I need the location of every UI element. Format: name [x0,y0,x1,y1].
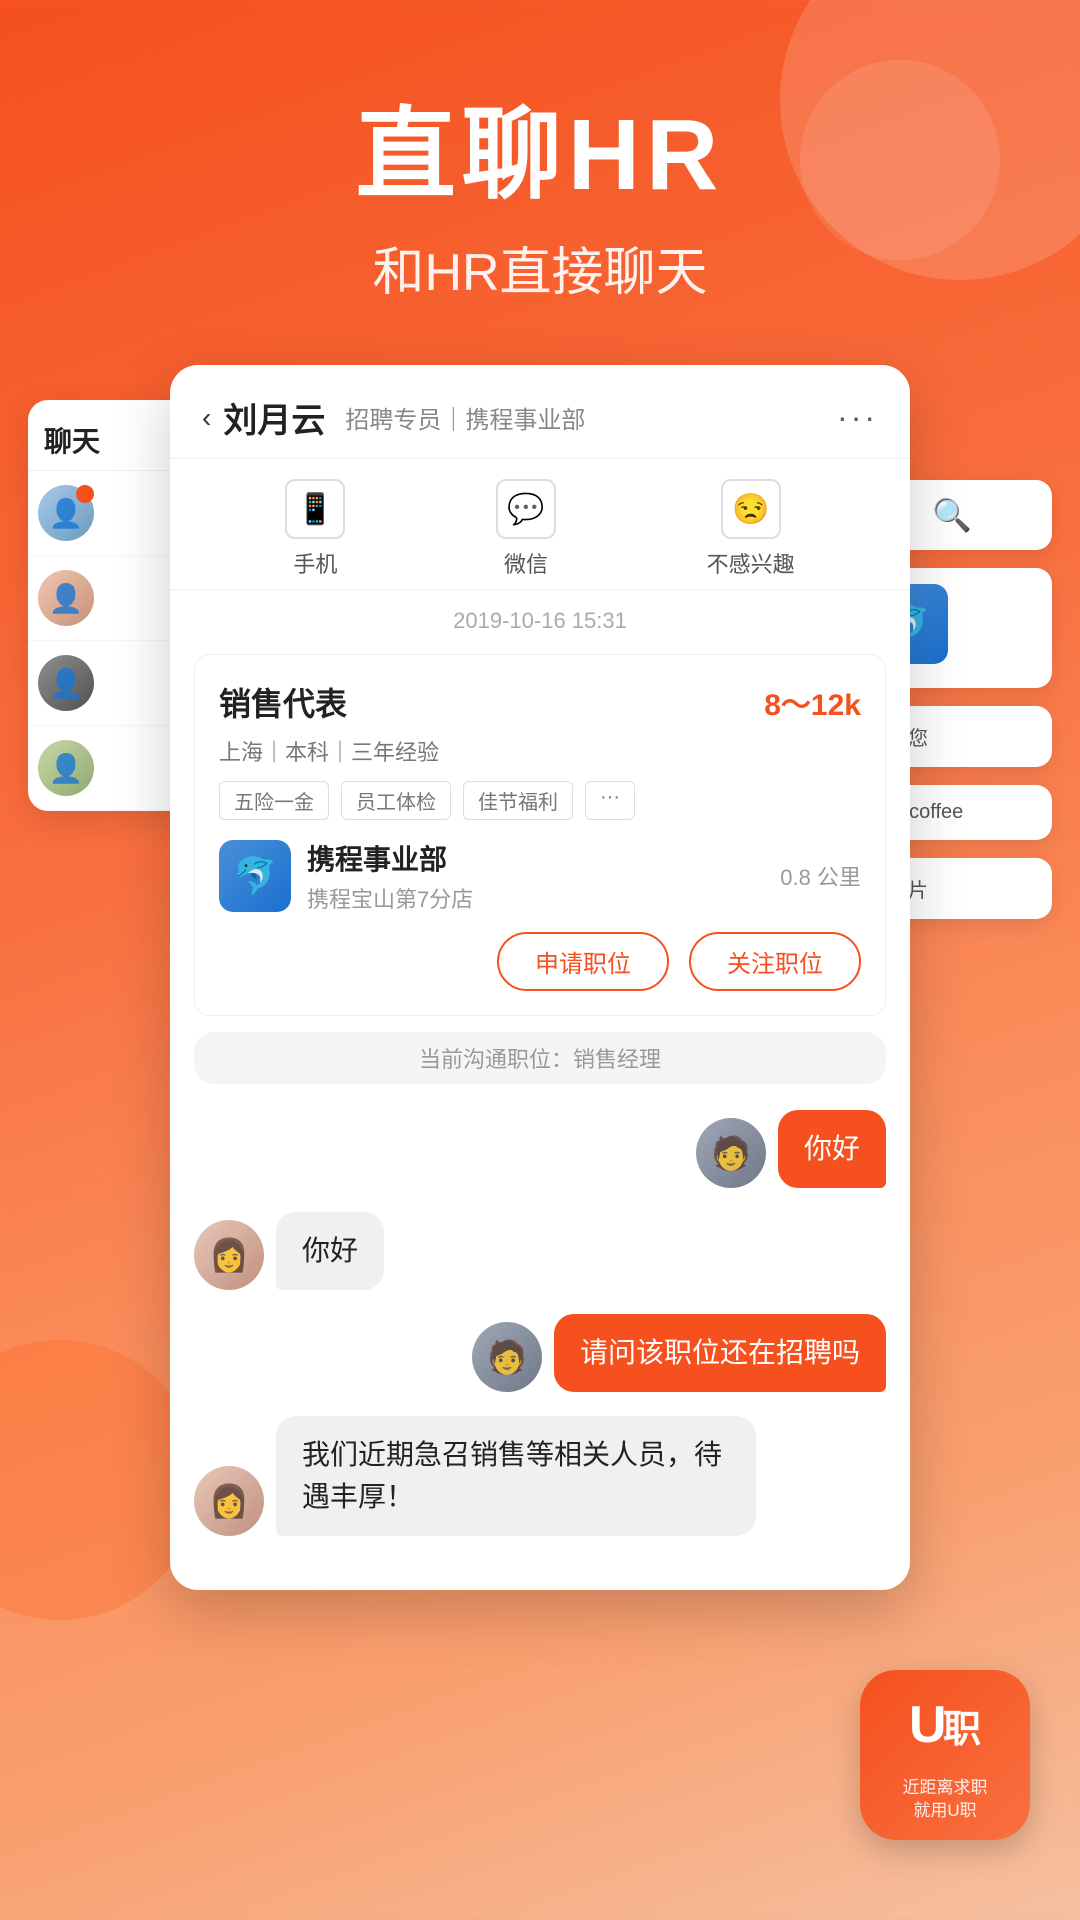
bubble-sent-2: 请问该职位还在招聘吗 [554,1314,886,1392]
job-tag-1: 五险一金 [219,781,329,820]
company-sub: 携程宝山第7分店 [307,882,764,914]
company-logo: 🐬 [219,840,291,912]
job-salary: 8～12k [764,680,861,724]
job-title: 销售代表 [219,679,347,725]
company-distance: 0.8 公里 [780,860,861,892]
app-logo-badge[interactable]: U 职 近距离求职 就用U职 [860,1670,1030,1840]
unread-badge [76,485,94,503]
hero-section: 直聊HR 和HR直接聊天 [0,0,1080,365]
message-sent-2: 请问该职位还在招聘吗 🧑 [194,1314,886,1392]
job-actions: 申请职位 关注职位 [219,932,861,991]
user-avatar-2: 🧑 [472,1322,542,1392]
phone-label: 手机 [293,547,337,579]
job-tag-more: ··· [585,781,635,820]
hr-role: 招聘专员｜携程事业部 [345,400,585,435]
bubble-received-2: 我们近期急召销售等相关人员，待遇丰厚！ [276,1416,756,1536]
chat-area: 你好 🧑 👩 你好 请问该职位还在招聘吗 🧑 👩 我们近期急召销售等相关人员，待… [170,1100,910,1590]
message-received-2: 👩 我们近期急召销售等相关人员，待遇丰厚！ [194,1416,886,1536]
wechat-icon: 💬 [496,479,556,539]
hr-avatar-1: 👩 [194,1220,264,1290]
app-logo-tagline: 近距离求职 就用U职 [903,1777,988,1821]
action-icons-row: 📱 手机 💬 微信 😒 不感兴趣 [170,459,910,590]
job-card-header: 销售代表 8～12k [219,679,861,725]
message-received-1: 👩 你好 [194,1212,886,1290]
apply-job-button[interactable]: 申请职位 [497,932,669,991]
more-options-button[interactable]: ··· [837,399,878,436]
not-interested-label: 不感兴趣 [707,547,795,579]
not-interested-icon: 😒 [721,479,781,539]
position-notice: 当前沟通职位：销售经理 [194,1032,886,1084]
company-info: 携程事业部 携程宝山第7分店 [307,838,764,914]
company-name: 携程事业部 [307,838,764,878]
user-avatar-1: 🧑 [696,1118,766,1188]
bubble-sent-1: 你好 [778,1110,886,1188]
phone-icon: 📱 [285,479,345,539]
main-chat-card: ‹ 刘月云 招聘专员｜携程事业部 ··· 📱 手机 💬 微信 😒 不感兴趣 20… [170,365,910,1590]
bg-avatar-2: 👤 [38,570,94,626]
hero-subtitle: 和HR直接聊天 [0,230,1080,305]
wechat-label: 微信 [504,547,548,579]
action-wechat[interactable]: 💬 微信 [496,479,556,579]
job-tag-3: 佳节福利 [463,781,573,820]
svg-text:职: 职 [943,1709,981,1751]
message-sent-1: 你好 🧑 [194,1110,886,1188]
job-tags: 五险一金 员工体检 佳节福利 ··· [219,781,861,820]
job-tag-2: 员工体检 [341,781,451,820]
bg-avatar-3: 👤 [38,655,94,711]
app-logo-icon: U 职 [905,1688,985,1771]
hr-avatar-2: 👩 [194,1466,264,1536]
action-not-interested[interactable]: 😒 不感兴趣 [707,479,795,579]
back-button[interactable]: ‹ [202,402,211,434]
bg-avatar-4: 👤 [38,740,94,796]
message-timestamp: 2019-10-16 15:31 [170,590,910,644]
hr-name: 刘月云 [223,393,325,442]
svg-text:U: U [909,1696,947,1754]
job-card: 销售代表 8～12k 上海｜本科｜三年经验 五险一金 员工体检 佳节福利 ···… [194,654,886,1016]
job-meta: 上海｜本科｜三年经验 [219,735,861,767]
card-header: ‹ 刘月云 招聘专员｜携程事业部 ··· [170,365,910,459]
bubble-received-1: 你好 [276,1212,384,1290]
follow-job-button[interactable]: 关注职位 [689,932,861,991]
action-phone[interactable]: 📱 手机 [285,479,345,579]
job-company-row: 🐬 携程事业部 携程宝山第7分店 0.8 公里 [219,838,861,914]
hero-title: 直聊HR [0,100,1080,210]
